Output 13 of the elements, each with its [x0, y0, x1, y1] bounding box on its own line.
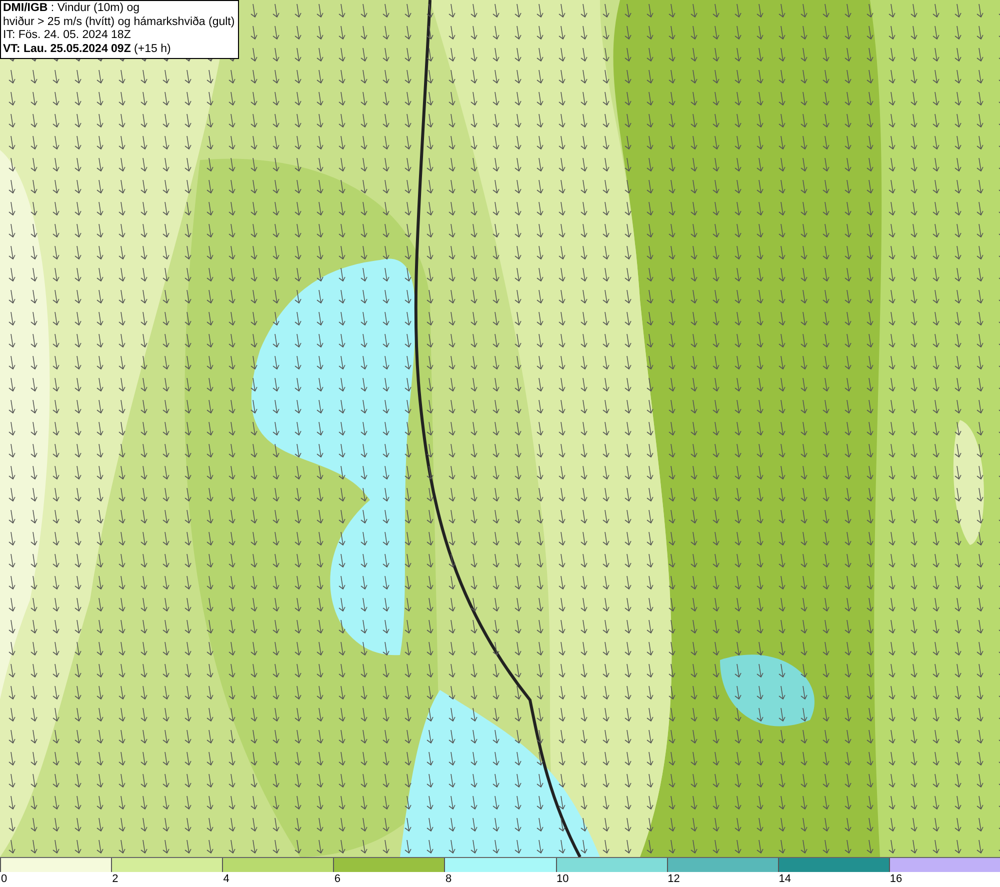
- legend-label: 0: [0, 872, 8, 886]
- title-text: DMI/IGB : Vindur (10m) og: [3, 2, 141, 16]
- title-text: IT: Fös. 24. 05. 2024 18Z: [3, 29, 132, 42]
- legend-label: 8: [444, 872, 452, 886]
- legend-label: 2: [111, 872, 118, 886]
- legend-label: 14: [778, 872, 792, 886]
- title-text: hviður > 25 m/s (hvítt) og hámarkshviða (gult): [3, 16, 235, 29]
- legend-label: 10: [556, 872, 569, 886]
- legend-label: 12: [666, 872, 680, 886]
- title-text: VT: Lau. 25.05.2024 09Z (+15 h): [3, 42, 172, 56]
- legend-label: 4: [222, 872, 230, 886]
- legend-label: 16: [888, 872, 902, 886]
- legend-label: 6: [333, 872, 340, 886]
